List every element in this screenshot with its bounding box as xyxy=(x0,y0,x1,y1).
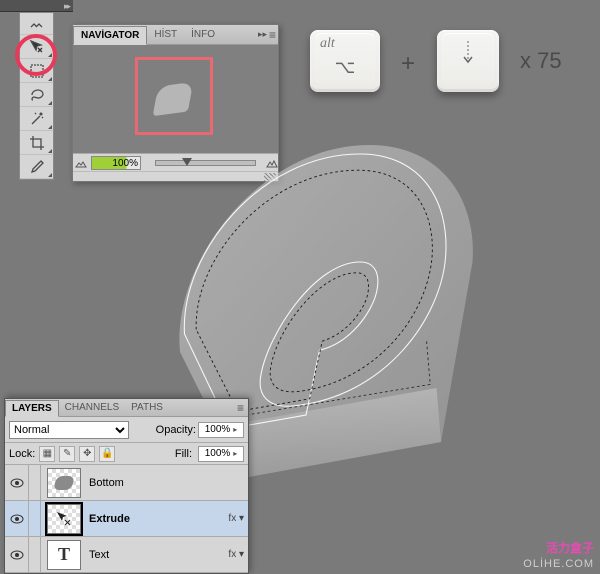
alt-key: alt ⌥ xyxy=(310,30,380,92)
lasso-tool[interactable] xyxy=(20,83,53,107)
crop-tool[interactable] xyxy=(20,131,53,155)
fill-label: Fill: xyxy=(175,448,192,460)
toolbox-header: ▸▸ xyxy=(0,0,73,12)
opacity-label: Opacity: xyxy=(156,424,196,436)
down-arrow-key xyxy=(437,30,499,92)
repeat-count: x 75 xyxy=(520,48,562,74)
lock-position-icon[interactable]: ✥ xyxy=(79,446,95,462)
navigator-thumbnail xyxy=(153,82,194,116)
move-cursor-icon xyxy=(55,510,73,528)
collapse-icon[interactable] xyxy=(20,13,53,35)
layers-lock-row: Lock: ▦ ✎ ✥ 🔒 Fill: 100%▸ xyxy=(5,443,248,465)
move-tool[interactable] xyxy=(20,35,53,59)
layer-thumbnail[interactable] xyxy=(47,504,81,534)
layer-name[interactable]: Text xyxy=(87,549,222,561)
layers-menu-icon[interactable]: ≡ xyxy=(233,401,248,415)
tab-history[interactable]: HİST xyxy=(147,26,184,43)
layer-thumbnail[interactable] xyxy=(47,468,81,498)
blend-mode-select[interactable]: Normal xyxy=(9,421,129,439)
layers-options-row: Normal Opacity: 100%▸ xyxy=(5,417,248,443)
visibility-toggle[interactable] xyxy=(5,537,29,572)
lock-transparency-icon[interactable]: ▦ xyxy=(39,446,55,462)
link-col xyxy=(29,501,41,536)
link-col xyxy=(29,465,41,500)
tab-paths[interactable]: PATHS xyxy=(125,400,169,415)
visibility-toggle[interactable] xyxy=(5,501,29,536)
watermark-cn: 活力盒子 xyxy=(546,539,594,556)
alt-key-symbol: ⌥ xyxy=(310,57,380,78)
plus-sign: + xyxy=(401,50,415,78)
lock-label: Lock: xyxy=(9,448,35,460)
tab-navigator[interactable]: NAVİGATOR xyxy=(73,26,147,45)
tab-channels[interactable]: CHANNELS xyxy=(59,400,125,415)
panel-menu-icon[interactable]: ▸▸ ≡ xyxy=(258,28,276,42)
link-col xyxy=(29,537,41,572)
layer-name[interactable]: Extrude xyxy=(87,513,222,525)
layers-tabs: LAYERS CHANNELS PATHS ≡ xyxy=(5,399,248,417)
layer-name[interactable]: Bottom xyxy=(87,477,222,489)
layer-row[interactable]: Bottom xyxy=(5,465,248,501)
tab-info[interactable]: İNFO xyxy=(184,26,222,43)
layer-row[interactable]: Extrude fx ▾ xyxy=(5,501,248,537)
marquee-tool[interactable] xyxy=(20,59,53,83)
alt-key-label: alt xyxy=(320,36,335,52)
expand-icon[interactable]: ▸▸ xyxy=(64,1,69,12)
tool-strip xyxy=(19,12,54,180)
lock-pixels-icon[interactable]: ✎ xyxy=(59,446,75,462)
lock-all-icon[interactable]: 🔒 xyxy=(99,446,115,462)
fill-value[interactable]: 100%▸ xyxy=(198,446,244,462)
visibility-toggle[interactable] xyxy=(5,465,29,500)
wand-tool[interactable] xyxy=(20,107,53,131)
layer-thumbnail[interactable]: T xyxy=(47,540,81,570)
watermark-en: OLİHE.COM xyxy=(523,558,594,570)
eyedropper-tool[interactable] xyxy=(20,155,53,179)
layers-panel: LAYERS CHANNELS PATHS ≡ Normal Opacity: … xyxy=(4,398,249,574)
opacity-value[interactable]: 100%▸ xyxy=(198,422,244,438)
layer-fx[interactable]: fx ▾ xyxy=(222,549,248,560)
navigator-tabs: NAVİGATOR HİST İNFO ▸▸ ≡ xyxy=(73,25,278,45)
zoom-out-icon[interactable] xyxy=(75,158,87,168)
layer-fx[interactable]: fx ▾ xyxy=(222,513,248,524)
tab-layers[interactable]: LAYERS xyxy=(5,400,59,417)
layer-row[interactable]: T Text fx ▾ xyxy=(5,537,248,573)
down-arrow-icon xyxy=(461,39,475,65)
